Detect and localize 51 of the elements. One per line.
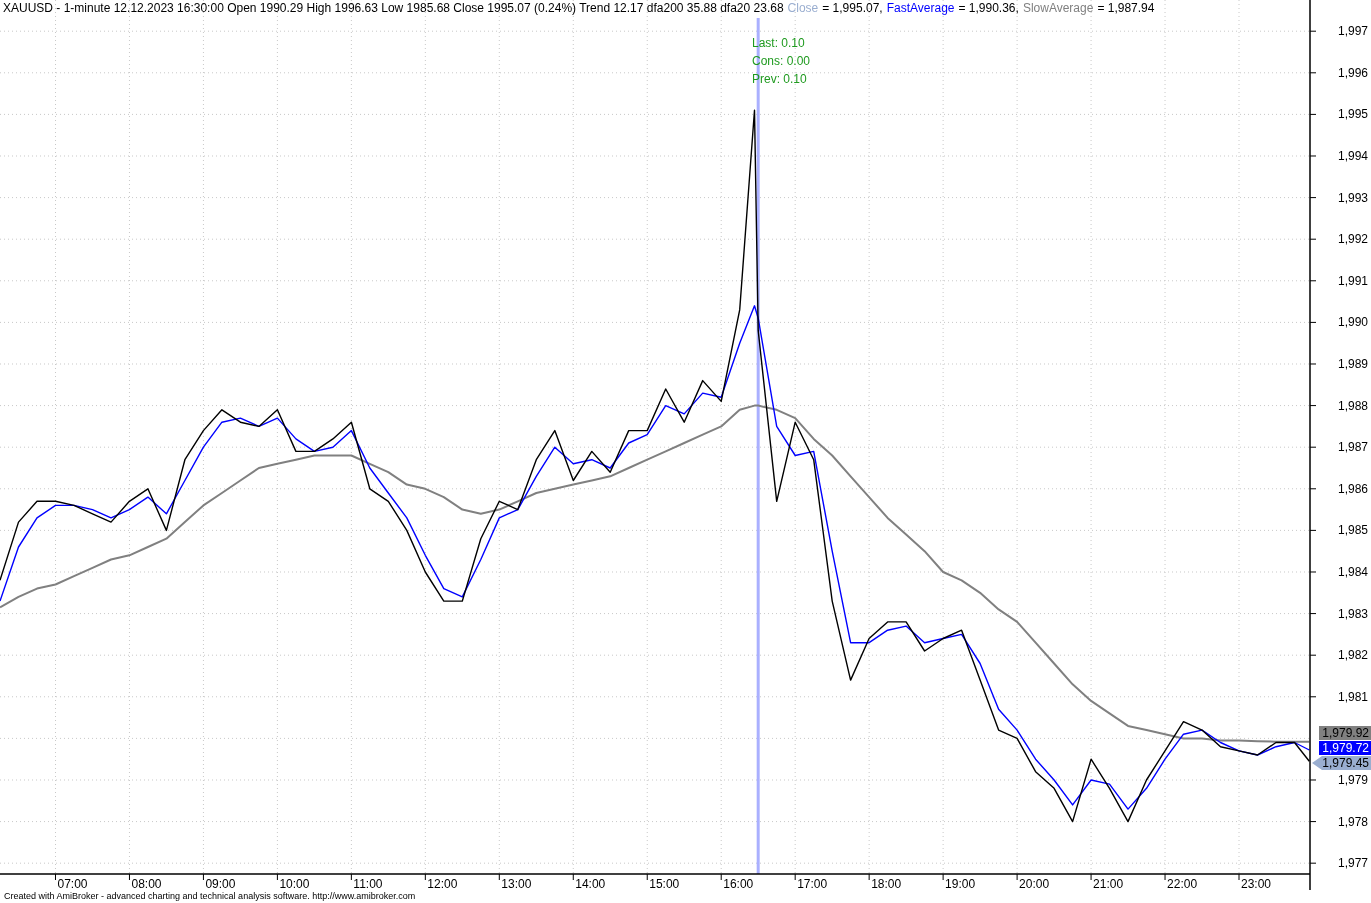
- footer-credit: Created with AmiBroker - advanced charting and technical analysis software. http://www.amibroker.com: [4, 891, 416, 901]
- axis-label: 21:00: [1093, 877, 1124, 890]
- axis-label: 13:00: [501, 877, 532, 890]
- price-tag: 1,979.92: [1319, 726, 1371, 740]
- chart-header: XAUUSD - 1-minute 12.12.2023 16:30:00 Open 1990.29 High 1996.63 Low 1985.68 Close 1995.07 (0.24%) Trend 12.17 dfa200 35.88 dfa20 23.68: [3, 0, 784, 17]
- axis-label: 22:00: [1167, 877, 1198, 890]
- axis-label: 1,983: [1337, 606, 1368, 621]
- axis-label: 1,982: [1337, 648, 1368, 663]
- legend-label: Close: [787, 0, 819, 17]
- axis-label: 1,996: [1337, 65, 1368, 80]
- legend-value: = 1,995.07,: [822, 0, 883, 17]
- axis-label: 09:00: [205, 877, 236, 890]
- axis-label: 07:00: [57, 877, 88, 890]
- axis-label: 1,990: [1337, 315, 1368, 330]
- axis-label: 1,991: [1337, 273, 1368, 288]
- axis-label: 1,997: [1337, 24, 1368, 39]
- legend-label: SlowAverage: [1022, 0, 1094, 17]
- axis-label: 1,989: [1337, 357, 1368, 371]
- axis-label: 1,994: [1337, 149, 1368, 163]
- indicator-label: Last: 0.10: [752, 36, 805, 50]
- axis-label: 1,986: [1337, 481, 1368, 496]
- legend-value: = 1,990.36,: [958, 0, 1019, 17]
- axis-label: 15:00: [649, 877, 680, 890]
- axis-label: 1,979: [1337, 773, 1368, 787]
- axis-label: 20:00: [1019, 877, 1050, 890]
- indicator-label: Prev: 0.10: [752, 72, 807, 86]
- axis-label: 19:00: [945, 877, 976, 890]
- axis-label: 10:00: [279, 877, 310, 890]
- legend-value: = 1,987.94: [1097, 0, 1155, 17]
- axis-label: 18:00: [871, 877, 902, 890]
- axis-label: 1,987: [1337, 440, 1368, 455]
- axis-label: 1,993: [1337, 190, 1368, 205]
- axis-label: 16:00: [723, 877, 754, 890]
- axis-label: 1,977: [1337, 856, 1368, 871]
- axis-label: 23:00: [1241, 877, 1272, 890]
- axis-label: 1,981: [1337, 689, 1368, 704]
- axis-label: 1,985: [1337, 523, 1368, 538]
- axis-label: 14:00: [575, 877, 606, 890]
- axis-label: 11:00: [353, 877, 383, 890]
- axis-label: 08:00: [131, 877, 162, 890]
- axis-label: 1,995: [1337, 107, 1368, 122]
- axis-label: 1,978: [1337, 814, 1368, 829]
- indicator-label: Cons: 0.00: [752, 54, 811, 68]
- price-tag: 1,979.72: [1319, 741, 1371, 755]
- legend-label: FastAverage: [886, 0, 955, 17]
- axis-label: 12:00: [427, 877, 458, 890]
- axis-label: 1,984: [1337, 565, 1368, 579]
- axis-label: 1,992: [1337, 232, 1368, 247]
- axis-label: 17:00: [797, 877, 828, 890]
- price-tag: 1,979.45: [1312, 756, 1371, 770]
- axis-label: 1,988: [1337, 398, 1368, 413]
